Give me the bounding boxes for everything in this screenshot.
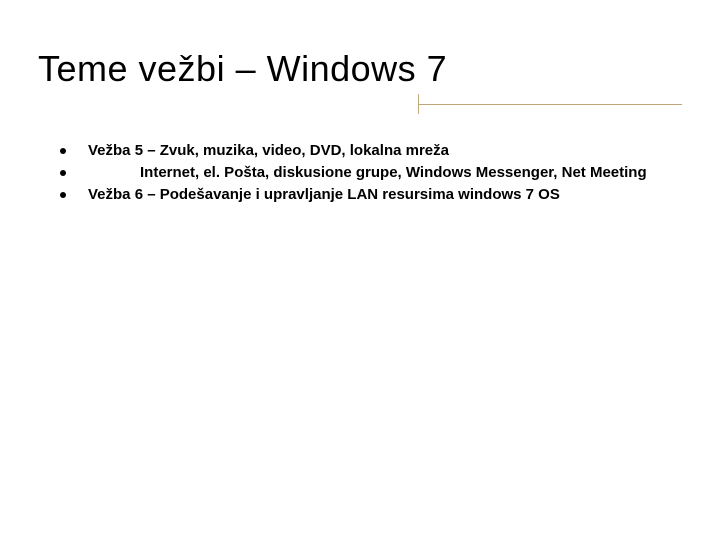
- bullet-icon: [60, 148, 66, 154]
- list-item: Vežba 5 – Zvuk, muzika, video, DVD, loka…: [60, 140, 682, 162]
- list-item: Internet, el. Pošta, diskusione grupe, W…: [60, 162, 682, 184]
- bullet-icon: [60, 192, 66, 198]
- bullet-list: Vežba 5 – Zvuk, muzika, video, DVD, loka…: [38, 140, 682, 205]
- title-divider: [38, 94, 682, 114]
- divider-line: [419, 104, 682, 105]
- list-item-text: Internet, el. Pošta, diskusione grupe, W…: [88, 162, 682, 184]
- list-item: Vežba 6 – Podešavanje i upravljanje LAN …: [60, 184, 682, 206]
- list-item-text: Vežba 5 – Zvuk, muzika, video, DVD, loka…: [88, 140, 682, 162]
- slide-title: Teme vežbi – Windows 7: [38, 48, 682, 90]
- list-item-text: Vežba 6 – Podešavanje i upravljanje LAN …: [88, 184, 682, 206]
- bullet-icon: [60, 170, 66, 176]
